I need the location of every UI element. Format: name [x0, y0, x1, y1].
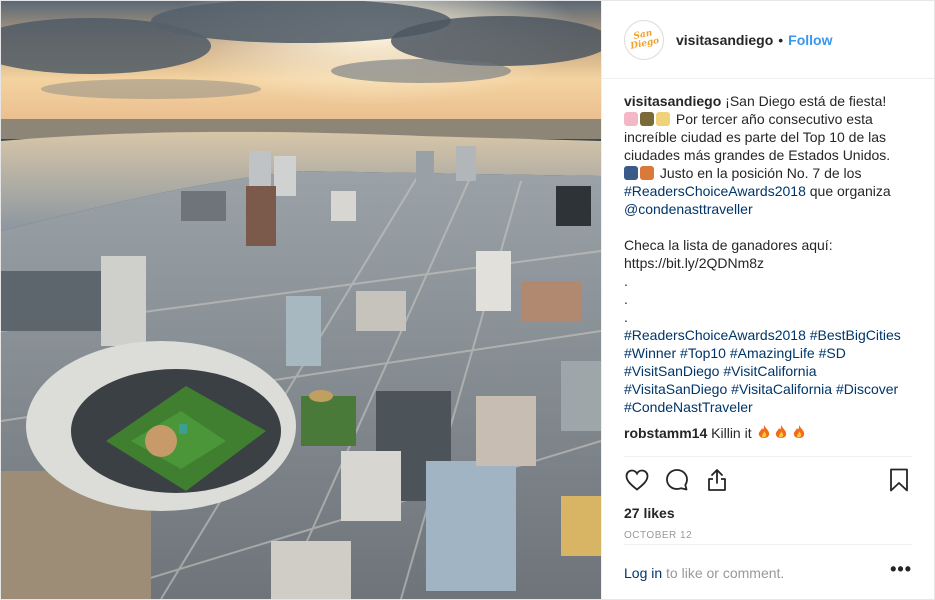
- comments-section: visitasandiego ¡San Diego está de fiesta…: [624, 92, 918, 452]
- cityscape-emoji-icon: [624, 166, 638, 180]
- hashtag-6[interactable]: #SD: [819, 345, 846, 361]
- avatar[interactable]: San Diego: [624, 19, 664, 60]
- login-link[interactable]: Log in: [624, 565, 662, 581]
- caption-line-1: ¡San Diego está de fiesta!: [725, 93, 887, 109]
- post-actions: 27 likes OCTOBER 12: [624, 456, 912, 541]
- post-header: San Diego visitasandiego • Follow: [602, 1, 934, 79]
- comment-username[interactable]: robstamm14: [624, 425, 707, 441]
- caption-line-3: increíble ciudad es parte del Top 10 de …: [624, 129, 887, 145]
- fire-emoji-icon: [758, 425, 769, 438]
- sunset-city-emoji-icon: [640, 166, 654, 180]
- caption-dot-1: .: [624, 273, 628, 289]
- heart-icon[interactable]: [624, 467, 650, 493]
- login-suffix: to like or comment.: [662, 565, 785, 581]
- hashtag-7[interactable]: #VisitSanDiego: [624, 363, 719, 379]
- comment-text: Killin it: [711, 425, 752, 441]
- follow-button[interactable]: Follow: [788, 32, 832, 48]
- more-options-icon[interactable]: •••: [890, 560, 912, 582]
- san-diego-logo: San Diego: [629, 27, 661, 52]
- hashtag-9[interactable]: #VisitaSanDiego: [624, 381, 727, 397]
- likes-count[interactable]: 27 likes: [624, 505, 912, 521]
- action-bar: [624, 459, 912, 501]
- login-footer: Log in to like or comment. •••: [624, 544, 912, 600]
- caption-username[interactable]: visitasandiego: [624, 93, 721, 109]
- city-aerial-photo: [1, 1, 601, 599]
- caption-dot-2: .: [624, 291, 628, 307]
- hashtag-11[interactable]: #Discover: [836, 381, 898, 397]
- hashtag-5[interactable]: #AmazingLife: [730, 345, 815, 361]
- hashtag-1[interactable]: #ReadersChoiceAwards2018: [624, 327, 806, 343]
- hashtag-12[interactable]: #CondeNastTraveler: [624, 399, 753, 415]
- mention-condenast[interactable]: @condenasttraveller: [624, 201, 753, 217]
- header-username[interactable]: visitasandiego: [676, 32, 773, 48]
- fire-emoji-icon: [776, 425, 787, 438]
- hashtag-2[interactable]: #BestBigCities: [810, 327, 901, 343]
- header-separator: •: [778, 31, 784, 48]
- hashtag-3[interactable]: #Winner: [624, 345, 676, 361]
- post-sidebar: San Diego visitasandiego • Follow visita…: [601, 1, 934, 599]
- post-caption: visitasandiego ¡San Diego está de fiesta…: [624, 92, 918, 416]
- hashtag-readers-choice[interactable]: #ReadersChoiceAwards2018: [624, 183, 806, 199]
- caption-line-2: Por tercer año consecutivo esta: [675, 111, 873, 127]
- hashtag-8[interactable]: #VisitCalifornia: [723, 363, 816, 379]
- post-date: OCTOBER 12: [624, 530, 693, 541]
- caption-checa: Checa la lista de ganadores aquí:: [624, 237, 833, 253]
- post-image[interactable]: [1, 1, 601, 599]
- caption-dot-3: .: [624, 309, 628, 325]
- instagram-post: San Diego visitasandiego • Follow visita…: [0, 0, 935, 600]
- bottle-emoji-icon: [640, 112, 654, 126]
- caption-line-4: ciudades más grandes de Estados Unidos.: [624, 147, 891, 163]
- hashtag-4[interactable]: #Top10: [680, 345, 726, 361]
- caption-line-6-rest: que organiza: [805, 183, 891, 199]
- ribbon-emoji-icon: [624, 112, 638, 126]
- caption-url: https://bit.ly/2QDNm8z: [624, 255, 765, 271]
- fire-emoji-icon: [794, 425, 805, 438]
- toast-emoji-icon: [656, 112, 670, 126]
- hashtag-10[interactable]: #VisitaCalifornia: [731, 381, 832, 397]
- bookmark-icon[interactable]: [886, 467, 912, 493]
- caption-line-5: Justo en la posición No. 7 de los: [659, 165, 862, 181]
- comment-item: robstamm14 Killin it: [624, 424, 918, 442]
- comment-bubble-icon[interactable]: [664, 467, 690, 493]
- share-icon[interactable]: [704, 467, 730, 493]
